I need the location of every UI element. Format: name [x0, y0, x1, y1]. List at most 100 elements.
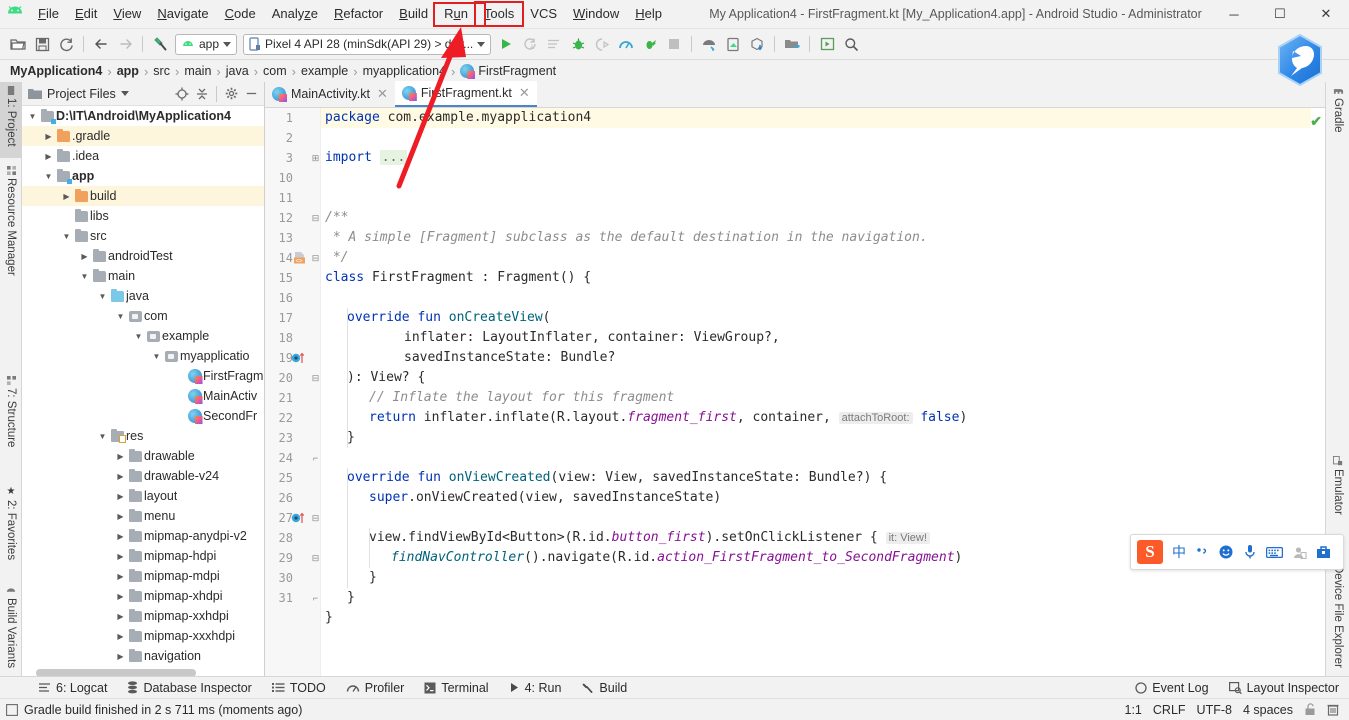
breadcrumb-item-src[interactable]: src	[149, 64, 174, 78]
breadcrumb-item-com[interactable]: com	[259, 64, 291, 78]
breadcrumb-item-main[interactable]: main	[180, 64, 215, 78]
tree-row-drawable[interactable]: ▶ drawable	[22, 446, 264, 466]
fold-collapse-icon[interactable]: ⊟	[310, 508, 321, 528]
close-icon[interactable]: ✕	[377, 86, 388, 102]
expand-arrow-down-icon[interactable]: ▼	[26, 112, 39, 121]
indent-setting[interactable]: 4 spaces	[1243, 703, 1293, 717]
hide-icon[interactable]	[242, 85, 260, 103]
line-separator[interactable]: CRLF	[1153, 703, 1186, 717]
menu-item-file[interactable]: File	[30, 3, 67, 25]
save-icon[interactable]	[30, 32, 54, 56]
tree-row-mainactivity[interactable]: MainActiv	[22, 386, 264, 406]
fold-expand-icon[interactable]: ⊞	[310, 148, 321, 168]
punctuation-icon[interactable]	[1195, 545, 1209, 559]
project-view-selector-label[interactable]: Project Files	[47, 87, 116, 101]
expand-arrow-down-icon[interactable]: ▼	[42, 172, 55, 181]
tree-row-mipmap-mdpi[interactable]: ▶ mipmap-mdpi	[22, 566, 264, 586]
tree-row-androidtest[interactable]: ▶ androidTest	[22, 246, 264, 266]
tab-firstfragment-kt[interactable]: FirstFragment.kt ✕	[394, 81, 537, 107]
expand-arrow-right-icon[interactable]: ▶	[114, 492, 127, 501]
tree-row-mipmap-xxhdpi[interactable]: ▶ mipmap-xxhdpi	[22, 606, 264, 626]
tree-row-project-root[interactable]: ▼ D:\IT\Android\MyApplication4	[22, 106, 264, 126]
menu-item-help[interactable]: Help	[627, 3, 670, 25]
toolwindow-profiler[interactable]: Profiler	[336, 677, 415, 698]
menu-item-navigate[interactable]: Navigate	[149, 3, 216, 25]
expand-arrow-right-icon[interactable]: ▶	[114, 512, 127, 521]
tree-row-mipmap-anydpi-v26[interactable]: ▶ mipmap-anydpi-v2	[22, 526, 264, 546]
tree-row-example[interactable]: ▼ example	[22, 326, 264, 346]
open-folder-icon[interactable]	[6, 32, 30, 56]
tree-row-mipmap-xhdpi[interactable]: ▶ mipmap-xhdpi	[22, 586, 264, 606]
override-method-icon[interactable]	[291, 348, 307, 368]
inspection-ok-icon[interactable]: ✔	[1310, 113, 1322, 130]
breadcrumb-item-myapplication4-pkg[interactable]: myapplication4	[359, 64, 450, 78]
sidebar-item-build-variants[interactable]: Build Variants	[0, 582, 22, 682]
breadcrumb-item-firstfragment[interactable]: FirstFragment	[474, 64, 560, 78]
expand-arrow-right-icon[interactable]: ▶	[114, 532, 127, 541]
ime-mode-chinese-label[interactable]: 中	[1172, 542, 1186, 562]
toolwindow-logcat[interactable]: 6: Logcat	[28, 677, 117, 698]
microphone-icon[interactable]	[1243, 544, 1257, 560]
code-lines[interactable]: package com.example.myapplication4 impor…	[321, 108, 1325, 680]
project-structure-icon[interactable]	[780, 32, 804, 56]
toolbox-icon[interactable]	[1316, 545, 1331, 559]
tree-row-firstfragment[interactable]: FirstFragm	[22, 366, 264, 386]
profiler-icon[interactable]	[614, 32, 638, 56]
toolwindow-database-inspector[interactable]: Database Inspector	[117, 677, 261, 698]
expand-arrow-right-icon[interactable]: ▶	[114, 552, 127, 561]
user-icon[interactable]	[1292, 545, 1307, 560]
back-arrow-icon[interactable]	[89, 32, 113, 56]
tree-row-res[interactable]: ▼ res	[22, 426, 264, 446]
toolwindow-todo[interactable]: TODO	[262, 677, 336, 698]
sidebar-item-gradle[interactable]: Gradle	[1327, 82, 1349, 154]
tree-row-layout[interactable]: ▶ layout	[22, 486, 264, 506]
menu-item-tools[interactable]: Tools	[473, 1, 525, 27]
fold-collapse-icon[interactable]: ⊟	[310, 208, 321, 228]
override-method-icon[interactable]	[291, 508, 307, 528]
tree-row-secondfragment[interactable]: SecondFr	[22, 406, 264, 426]
project-tree[interactable]: ▼ D:\IT\Android\MyApplication4 ▶ .gradle…	[22, 106, 264, 666]
fold-collapse-icon[interactable]: ⊟	[310, 368, 321, 388]
run-with-coverage-icon[interactable]	[638, 32, 662, 56]
code-editor[interactable]: 1 2 3 10 11 12 13 14 15 16 17 18 19 20 2…	[265, 108, 1325, 680]
menu-item-code[interactable]: Code	[217, 3, 264, 25]
tree-row-idea[interactable]: ▶ .idea	[22, 146, 264, 166]
editor-gutter[interactable]: 1 2 3 10 11 12 13 14 15 16 17 18 19 20 2…	[265, 108, 321, 680]
tree-row-libs[interactable]: libs	[22, 206, 264, 226]
expand-arrow-right-icon[interactable]: ▶	[114, 632, 127, 641]
tree-row-build[interactable]: ▶ build	[22, 186, 264, 206]
breadcrumb-item-myapplication4[interactable]: MyApplication4	[6, 64, 106, 78]
close-button[interactable]: ✕	[1303, 0, 1349, 29]
sdk-manager-icon[interactable]	[721, 32, 745, 56]
sidebar-item-favorites[interactable]: ★ 2: Favorites	[0, 482, 22, 578]
class-marker-icon[interactable]: <>	[291, 248, 307, 268]
expand-arrow-right-icon[interactable]: ▶	[114, 652, 127, 661]
scroll-from-source-icon[interactable]	[173, 85, 191, 103]
run-play-icon[interactable]	[494, 32, 518, 56]
expand-arrow-down-icon[interactable]: ▼	[114, 312, 127, 321]
fold-end-icon[interactable]: ⌐	[310, 588, 321, 608]
menu-item-view[interactable]: View	[105, 3, 149, 25]
tree-row-gradle[interactable]: ▶ .gradle	[22, 126, 264, 146]
toolwindow-event-log[interactable]: Event Log	[1125, 681, 1218, 695]
layout-inspector-icon[interactable]	[815, 32, 839, 56]
breadcrumb-item-java[interactable]: java	[222, 64, 253, 78]
toolwindow-run[interactable]: 4: Run	[499, 677, 572, 698]
toolwindow-layout-inspector[interactable]: Layout Inspector	[1219, 681, 1349, 695]
fold-collapse-icon[interactable]: ⊟	[310, 548, 321, 568]
tree-row-main[interactable]: ▼ main	[22, 266, 264, 286]
menu-item-build[interactable]: Build	[391, 3, 436, 25]
collapse-all-icon[interactable]	[193, 85, 211, 103]
expand-arrow-right-icon[interactable]: ▶	[78, 252, 91, 261]
menu-item-vcs[interactable]: VCS	[522, 3, 565, 25]
caret-position[interactable]: 1:1	[1125, 703, 1142, 717]
expand-arrow-right-icon[interactable]: ▶	[114, 452, 127, 461]
file-encoding[interactable]: UTF-8	[1197, 703, 1232, 717]
toolwindow-terminal[interactable]: Terminal	[414, 677, 498, 698]
expand-arrow-right-icon[interactable]: ▶	[114, 472, 127, 481]
expand-arrow-right-icon[interactable]: ▶	[60, 192, 73, 201]
tree-row-src[interactable]: ▼ src	[22, 226, 264, 246]
memory-trash-icon[interactable]	[1327, 703, 1339, 716]
expand-arrow-down-icon[interactable]: ▼	[150, 352, 163, 361]
avd-manager-icon[interactable]	[697, 32, 721, 56]
